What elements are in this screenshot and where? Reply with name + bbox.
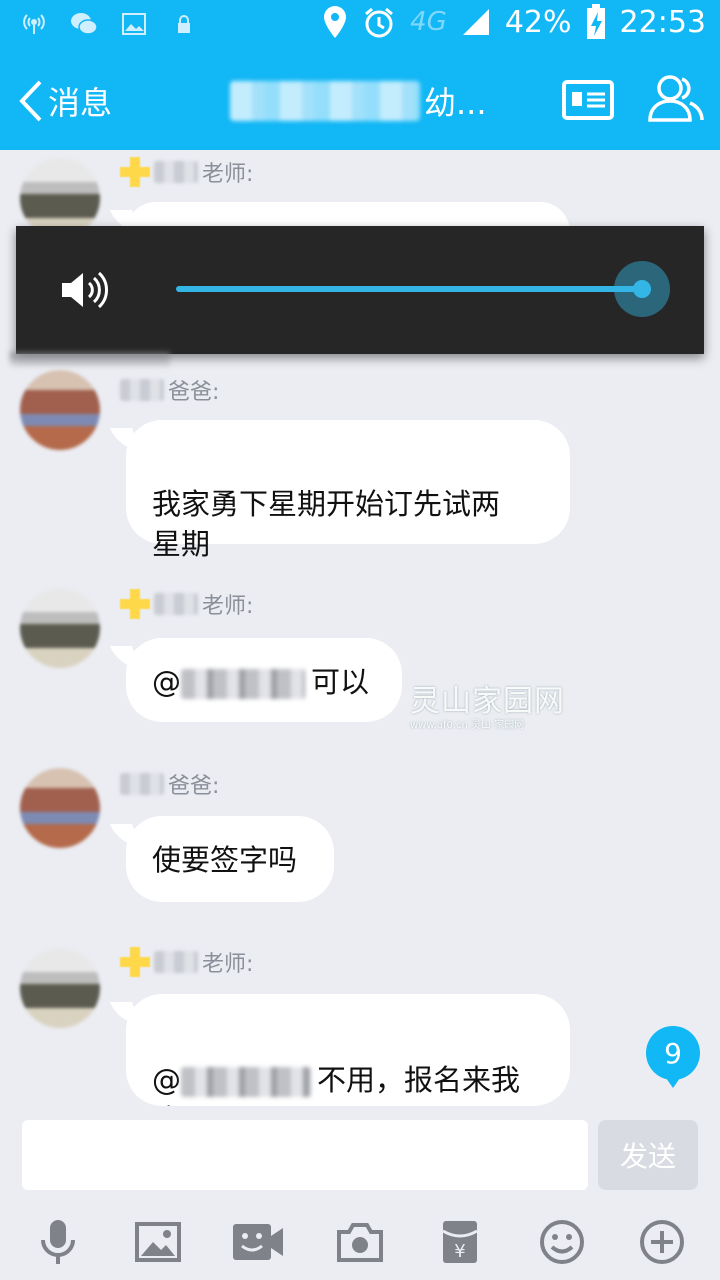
watermark-logo: 灵山家园网 www.af0.cn 灵山 家园网 [410,676,565,731]
mic-icon [41,1220,75,1264]
voice-button[interactable] [28,1212,88,1272]
avatar[interactable] [20,948,100,1028]
system-icons: 4G 42% 22:53 [322,4,706,40]
unread-count: 9 [664,1036,682,1070]
image-button[interactable] [128,1212,188,1272]
admin-badge-icon [120,947,150,977]
avatar[interactable] [20,588,100,668]
send-button[interactable]: 发送 [598,1120,698,1190]
sender-blurred-name [154,161,198,183]
back-label: 消息 [48,84,113,122]
sender-blurred-name [154,951,198,973]
avatar[interactable] [20,768,100,848]
mention-at: @ [152,665,181,699]
battery-charging-icon [586,4,605,39]
gallery-icon [122,13,146,35]
sender-name: 爸爸: [120,768,219,800]
group-members-icon[interactable] [648,72,704,124]
mention-blurred-name [181,1067,311,1097]
mention-blurred-name [181,669,305,699]
message-bubble[interactable]: @不用，报名来我 这可以了 [126,994,570,1137]
sender-blurred-name [120,379,164,401]
svg-text:¥: ¥ [454,1241,465,1262]
title-blurred-name [230,81,420,121]
group-card-icon[interactable] [562,80,614,120]
chat-header: 消息 幼... [0,50,720,150]
red-packet-button[interactable]: ¥ [430,1212,490,1272]
wechat-icon [71,13,98,35]
sender-name: 老师: [120,588,253,620]
speaker-icon [62,271,109,309]
mention-at: @ [152,1063,181,1097]
watermark-title: 灵山家园网 [410,684,565,719]
message-text: 使要签字吗 [152,843,298,877]
emoji-icon [540,1220,584,1264]
admin-badge-icon [120,157,150,187]
emoji-button[interactable] [532,1212,592,1272]
signal-broadcast-icon [23,14,45,34]
panel-shadow [10,352,170,366]
new-messages-badge[interactable]: 9 [646,1026,700,1088]
lock-icon [178,15,190,33]
message-text: 可以 [311,665,370,699]
message-bubble[interactable]: @ 可以 [126,638,402,722]
sender-role: 爸爸: [168,380,220,405]
message-bubble[interactable]: 我家勇下星期开始订先试两 星期 [126,420,570,561]
input-toolbar: ¥ [0,1212,720,1272]
sender-name: 老师: [120,946,253,978]
sender-role: 老师: [202,952,254,977]
location-icon [324,6,347,38]
alarm-icon [365,7,394,38]
message-text: 我家勇下星期开始订先试两 星期 [152,487,501,561]
sender-name: 爸爸: [120,374,219,406]
red-packet-icon: ¥ [442,1221,478,1263]
message-input[interactable] [22,1120,588,1190]
sender-name: 老师: [120,156,253,188]
sender-blurred-name [120,773,164,795]
volume-dialog [16,226,704,354]
sender-role: 老师: [202,594,254,619]
notification-icons [20,10,198,38]
camera-icon [337,1223,383,1262]
sender-blurred-name [154,593,198,615]
sender-role: 爸爸: [168,774,220,799]
video-chat-icon [233,1224,283,1260]
network-type: 4G [410,7,447,37]
status-bar: 4G 42% 22:53 [0,0,720,50]
plus-icon [640,1220,684,1264]
chat-title: 幼... [230,78,487,124]
title-suffix: 幼... [424,84,487,122]
chevron-left-icon [19,80,42,122]
battery-percent: 42% [504,4,572,40]
input-area: 发送 ¥ [0,1106,720,1280]
video-chat-button[interactable] [228,1212,288,1272]
avatar[interactable] [20,370,100,450]
back-button[interactable]: 消息 [18,76,112,126]
slider-track [176,286,642,292]
sender-role: 老师: [202,162,254,187]
slider-thumb[interactable] [633,280,651,298]
message-bubble[interactable]: 使要签字吗 [126,816,334,902]
camera-button[interactable] [330,1212,390,1272]
cell-signal-icon [462,9,489,35]
clock: 22:53 [619,4,706,40]
admin-badge-icon [120,589,150,619]
image-icon [135,1222,181,1262]
more-button[interactable] [632,1212,692,1272]
